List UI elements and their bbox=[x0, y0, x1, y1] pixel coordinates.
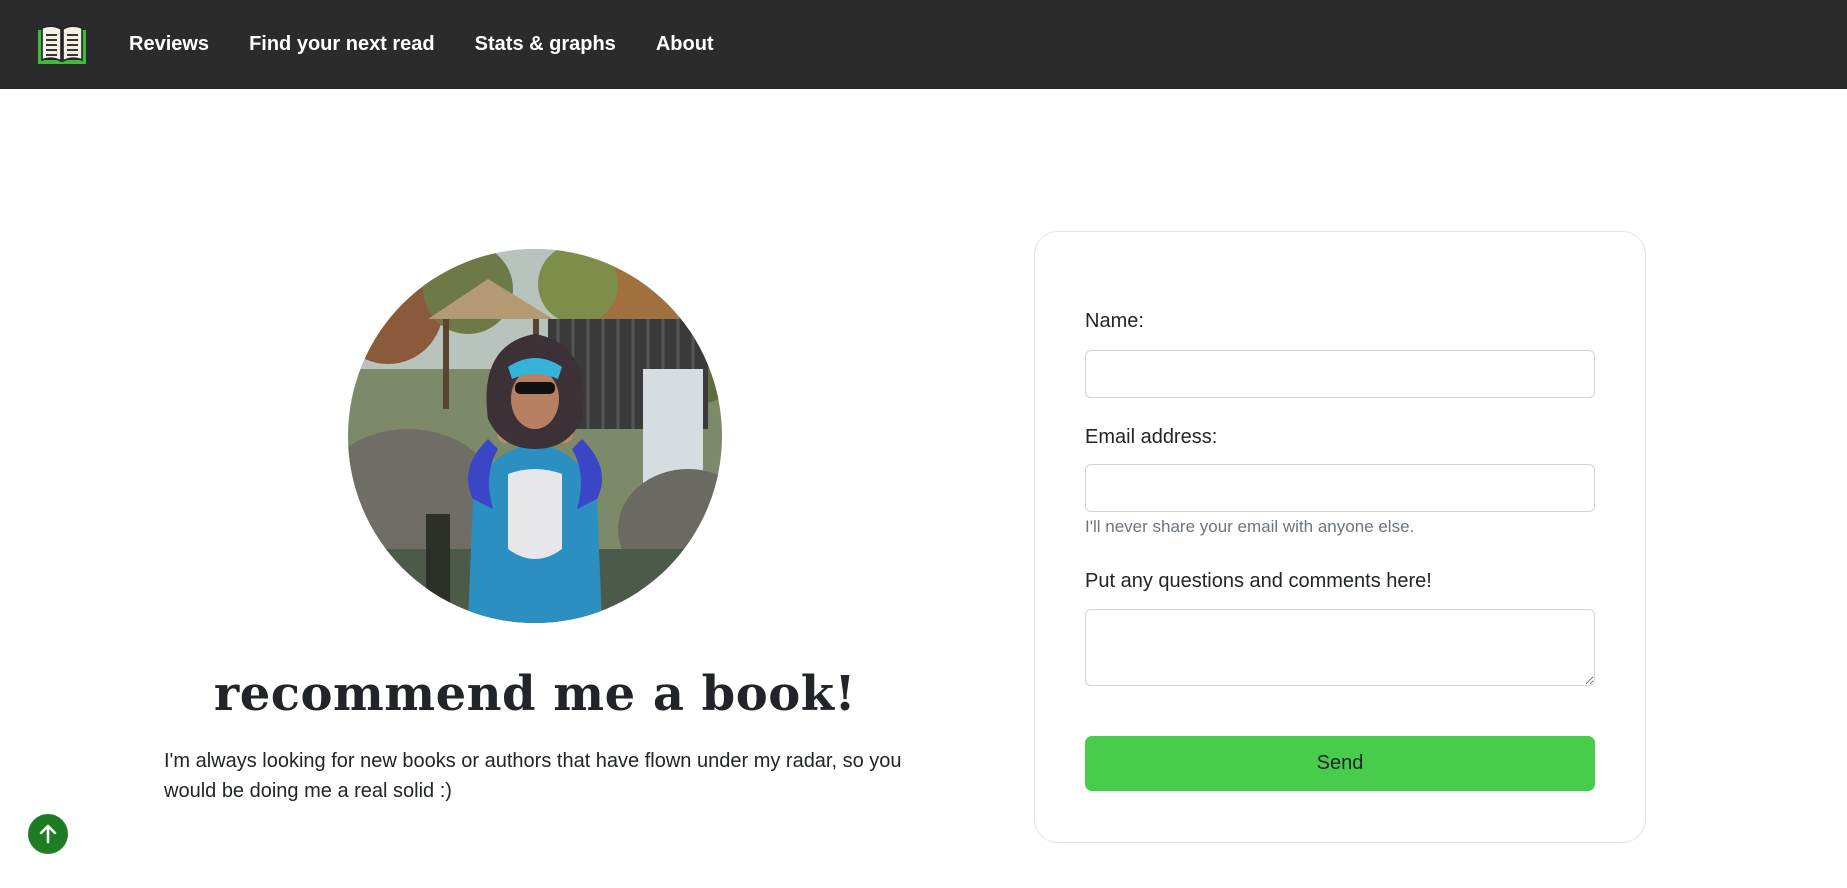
send-button[interactable]: Send bbox=[1085, 736, 1595, 791]
nav-link-find-your-next-read[interactable]: Find your next read bbox=[249, 33, 435, 56]
name-input[interactable] bbox=[1085, 350, 1595, 398]
comments-label: Put any questions and comments here! bbox=[1085, 570, 1432, 592]
back-to-top-button[interactable] bbox=[28, 814, 68, 854]
nav-link-reviews[interactable]: Reviews bbox=[129, 33, 209, 56]
email-help-text: I'll never share your email with anyone … bbox=[1085, 517, 1415, 536]
page-heading: recommend me a book! bbox=[213, 666, 857, 722]
navbar: Reviews Find your next read Stats & grap… bbox=[0, 0, 1847, 89]
nav-link-stats-graphs[interactable]: Stats & graphs bbox=[475, 33, 616, 56]
open-book-icon[interactable] bbox=[36, 24, 88, 66]
profile-photo bbox=[348, 249, 722, 623]
name-label: Name: bbox=[1085, 310, 1144, 332]
nav-links: Reviews Find your next read Stats & grap… bbox=[129, 0, 754, 89]
email-label: Email address: bbox=[1085, 426, 1218, 448]
email-input[interactable] bbox=[1085, 464, 1595, 512]
nav-link-about[interactable]: About bbox=[656, 33, 714, 56]
comments-textarea[interactable] bbox=[1085, 609, 1595, 686]
intro-text: I'm always looking for new books or auth… bbox=[164, 750, 902, 802]
arrow-up-icon bbox=[37, 823, 59, 845]
